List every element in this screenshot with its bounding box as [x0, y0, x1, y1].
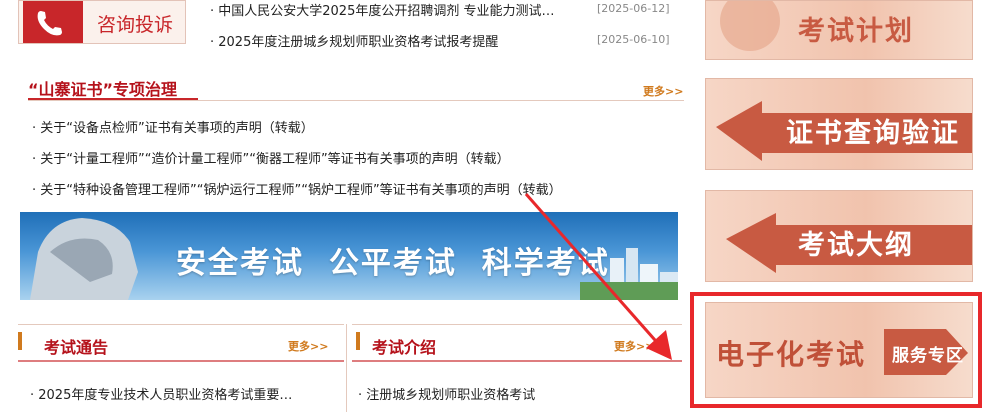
divider: [18, 324, 344, 325]
section-marker: [356, 332, 360, 350]
top-news-item[interactable]: · 2025年度注册城乡规划师职业资格考试报考提醒: [210, 31, 498, 50]
list-item[interactable]: · 关于“设备点检师”证书有关事项的声明（转载）: [32, 117, 314, 136]
section-marker: [18, 332, 22, 350]
electronic-exam-label: 电子化考试: [716, 338, 867, 371]
list-item[interactable]: · 关于“特种设备管理工程师”“锅炉运行工程师”“锅炉工程师”等证书有关事项的声…: [32, 179, 562, 198]
exam-plan-button[interactable]: 考试计划: [705, 0, 973, 60]
phone-icon: [23, 1, 83, 43]
more-link[interactable]: 更多>>: [643, 83, 683, 99]
list-item[interactable]: · 2025年度专业技术人员职业资格考试重要…: [30, 384, 292, 403]
electronic-exam-button[interactable]: 电子化考试 服务专区: [705, 302, 973, 398]
divider: [28, 100, 684, 101]
annotation-arrow: [524, 193, 672, 360]
service-zone-label: 服务专区: [892, 346, 964, 366]
section-title-notices: 考试通告: [44, 338, 109, 357]
decor-shape: [720, 1, 780, 51]
section-title: “山寨证书”专项治理: [28, 80, 178, 99]
divider: [346, 324, 347, 412]
top-news-item[interactable]: · 中国人民公安大学2025年度公开招聘调剂 专业能力测试…: [210, 0, 554, 19]
cert-check-label: 证书查询验证: [786, 118, 960, 149]
exam-outline-button[interactable]: 考试大纲: [705, 190, 973, 282]
list-item-text[interactable]: 2025年度专业技术人员职业资格考试重要…: [38, 388, 292, 403]
list-item-text[interactable]: 注册城乡规划师职业资格考试: [366, 388, 535, 403]
list-item[interactable]: · 关于“计量工程师”“造价计量工程师”“衡器工程师”等证书有关事项的声明（转载…: [32, 148, 510, 167]
divider: [18, 360, 344, 362]
consult-label: 咨询投诉: [97, 14, 174, 36]
news-title[interactable]: 2025年度注册城乡规划师职业资格考试报考提醒: [218, 35, 498, 50]
cert-check-button[interactable]: 证书查询验证: [705, 78, 973, 170]
news-date: [2025-06-12]: [597, 2, 670, 15]
exam-plan-label: 考试计划: [798, 16, 914, 47]
news-date: [2025-06-10]: [597, 33, 670, 46]
section-title-intro: 考试介绍: [372, 338, 437, 357]
exam-outline-label: 考试大纲: [798, 230, 914, 261]
list-item-text[interactable]: 关于“设备点检师”证书有关事项的声明（转载）: [40, 121, 313, 136]
more-link[interactable]: 更多>>: [288, 338, 328, 354]
list-item[interactable]: · 注册城乡规划师职业资格考试: [358, 384, 535, 403]
list-item-text[interactable]: 关于“特种设备管理工程师”“锅炉运行工程师”“锅炉工程师”等证书有关事项的声明（…: [40, 183, 561, 198]
list-item-text[interactable]: 关于“计量工程师”“造价计量工程师”“衡器工程师”等证书有关事项的声明（转载）: [40, 152, 509, 167]
news-title[interactable]: 中国人民公安大学2025年度公开招聘调剂 专业能力测试…: [218, 4, 554, 19]
consult-complaint-button[interactable]: 咨询投诉: [18, 0, 186, 44]
fake-cert-section-title: “山寨证书”专项治理: [28, 76, 177, 100]
